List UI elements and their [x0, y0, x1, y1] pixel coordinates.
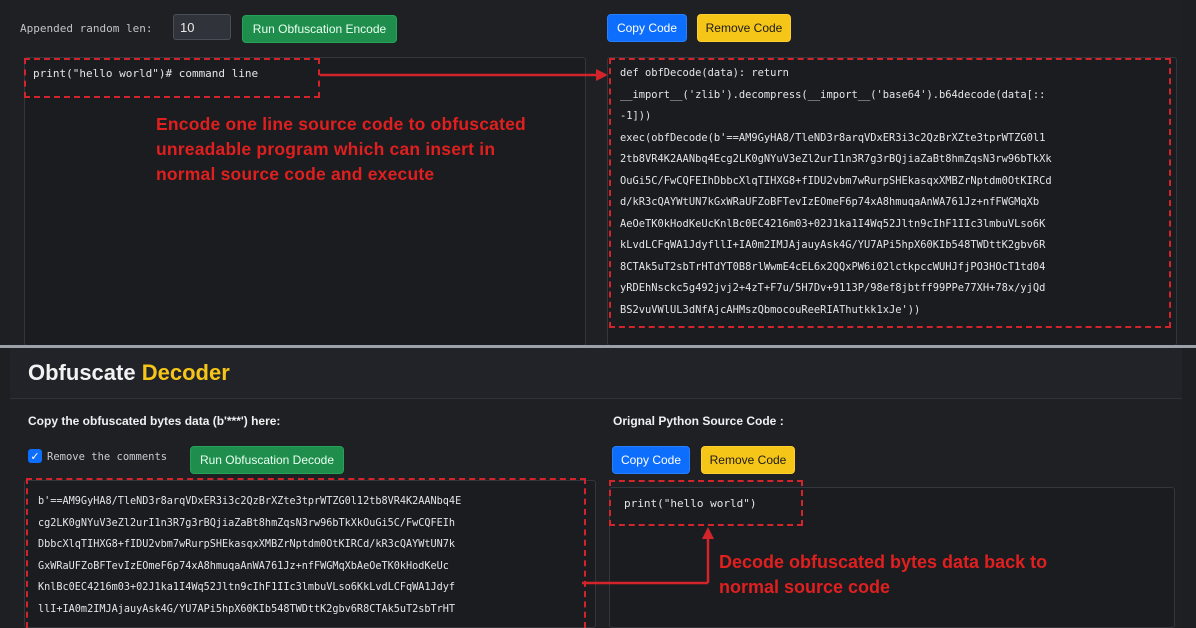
bytes-input-label: Copy the obfuscated bytes data (b'***') … — [28, 414, 281, 428]
code-line: d/kR3cQAYWtUN7kGxWRaUFZoBFTevIzEOmeF6p74… — [620, 196, 1040, 208]
encode-annotation: Encode one line source code to obfuscate… — [156, 112, 526, 187]
decode-annotation-line: Decode obfuscated bytes data back to — [719, 552, 1048, 572]
code-line: KnlBc0EC4216m03+02J1ka1I4Wq52Jltn9cIhF1I… — [38, 582, 456, 593]
random-len-input[interactable] — [173, 14, 231, 40]
source-output-label: Orignal Python Source Code : — [613, 414, 784, 428]
code-line: GxWRaUFZoBFTevIzEOmeF6p74xA8hmuqaAnWA761… — [38, 560, 449, 572]
encode-annotation-line: unreadable program which can insert in — [156, 139, 496, 159]
code-line: yRDEhNsckc5g492jvj2+4zT+F7u/5H7Dv+9113P/… — [620, 282, 1046, 294]
decoder-title: Obfuscate Decoder — [28, 360, 230, 386]
code-line: b'==AM9GyHA8/TleND3r8arqVDxER3i3c2QzBrXZ… — [38, 496, 462, 507]
encoder-remove-button[interactable]: Remove Code — [697, 14, 791, 42]
code-line: cg2LK0gNYuV3eZl2urI1n3R7g3rBQjiaZaBt8hmZ… — [38, 517, 456, 529]
decoder-title-part2: Decoder — [141, 360, 230, 385]
run-decode-button[interactable]: Run Obfuscation Decode — [190, 446, 344, 474]
decode-annotation: Decode obfuscated bytes data back to nor… — [719, 550, 1047, 600]
decoder-title-part1: Obfuscate — [28, 360, 136, 385]
remove-comments-checkbox[interactable]: ✓ — [28, 449, 42, 463]
remove-comments-label: Remove the comments — [47, 451, 168, 463]
decoder-copy-button[interactable]: Copy Code — [612, 446, 690, 474]
code-line: DbbcXlqTIHXG8+fIDU2vbm7wRurpSHEkasqxXMBZ… — [38, 539, 456, 550]
decoder-input-code: b'==AM9GyHA8/TleND3r8arqVDxER3i3c2QzBrXZ… — [38, 491, 583, 620]
code-line: 8CTAk5uT2sbTrHTdYT0B8rlWwmE4cEL6x2QQxPW6… — [620, 260, 1046, 273]
code-line: BS2vuVWlUL3dNfAjcAHMszQbmocouReeRIAThutk… — [620, 303, 921, 316]
encoder-input-code: print("hello world")# command line — [33, 67, 259, 80]
decode-annotation-line: normal source code — [719, 577, 891, 597]
decode-arrow — [582, 527, 714, 585]
code-line: -1])) — [620, 110, 652, 122]
decoder-output-code: print("hello world") — [624, 497, 757, 510]
encode-annotation-line: Encode one line source code to obfuscate… — [156, 114, 526, 134]
encoder-input-textarea[interactable] — [24, 57, 586, 346]
random-len-label: Appended random len: — [20, 22, 153, 35]
encoder-copy-button[interactable]: Copy Code — [607, 14, 687, 42]
code-line: 2tb8VR4K2AANbq4Ecg2LK0gNYuV3eZl2urI1n3R7… — [620, 153, 1052, 165]
code-line: AeOeTK0kHodKeUcKnlBc0EC4216m03+02J1ka1I4… — [620, 217, 1046, 230]
code-line: __import__('zlib').decompress(__import__… — [620, 88, 1046, 101]
code-line: def obfDecode(data): return — [620, 67, 789, 79]
encode-arrow — [320, 69, 608, 81]
run-encode-button[interactable]: Run Obfuscation Encode — [242, 15, 397, 43]
code-line: exec(obfDecode(b'==AM9GyHA8/TleND3r8arqV… — [620, 131, 1046, 144]
code-line: OuGi5C/FwCQFEIhDbbcXlqTIHXG8+fIDU2vbm7wR… — [620, 174, 1052, 187]
code-line: kLvdLCFqWA1JdyfllI+IA0m2IMJAjauyAsk4G/YU… — [620, 239, 1046, 251]
encode-annotation-line: normal source code and execute — [156, 164, 435, 184]
code-line: llI+IA0m2IMJAjauyAsk4G/YU7APi5hpX60KIb54… — [38, 603, 456, 615]
decoder-remove-button[interactable]: Remove Code — [701, 446, 795, 474]
encoder-output-code: def obfDecode(data): return __import__('… — [620, 63, 1165, 321]
